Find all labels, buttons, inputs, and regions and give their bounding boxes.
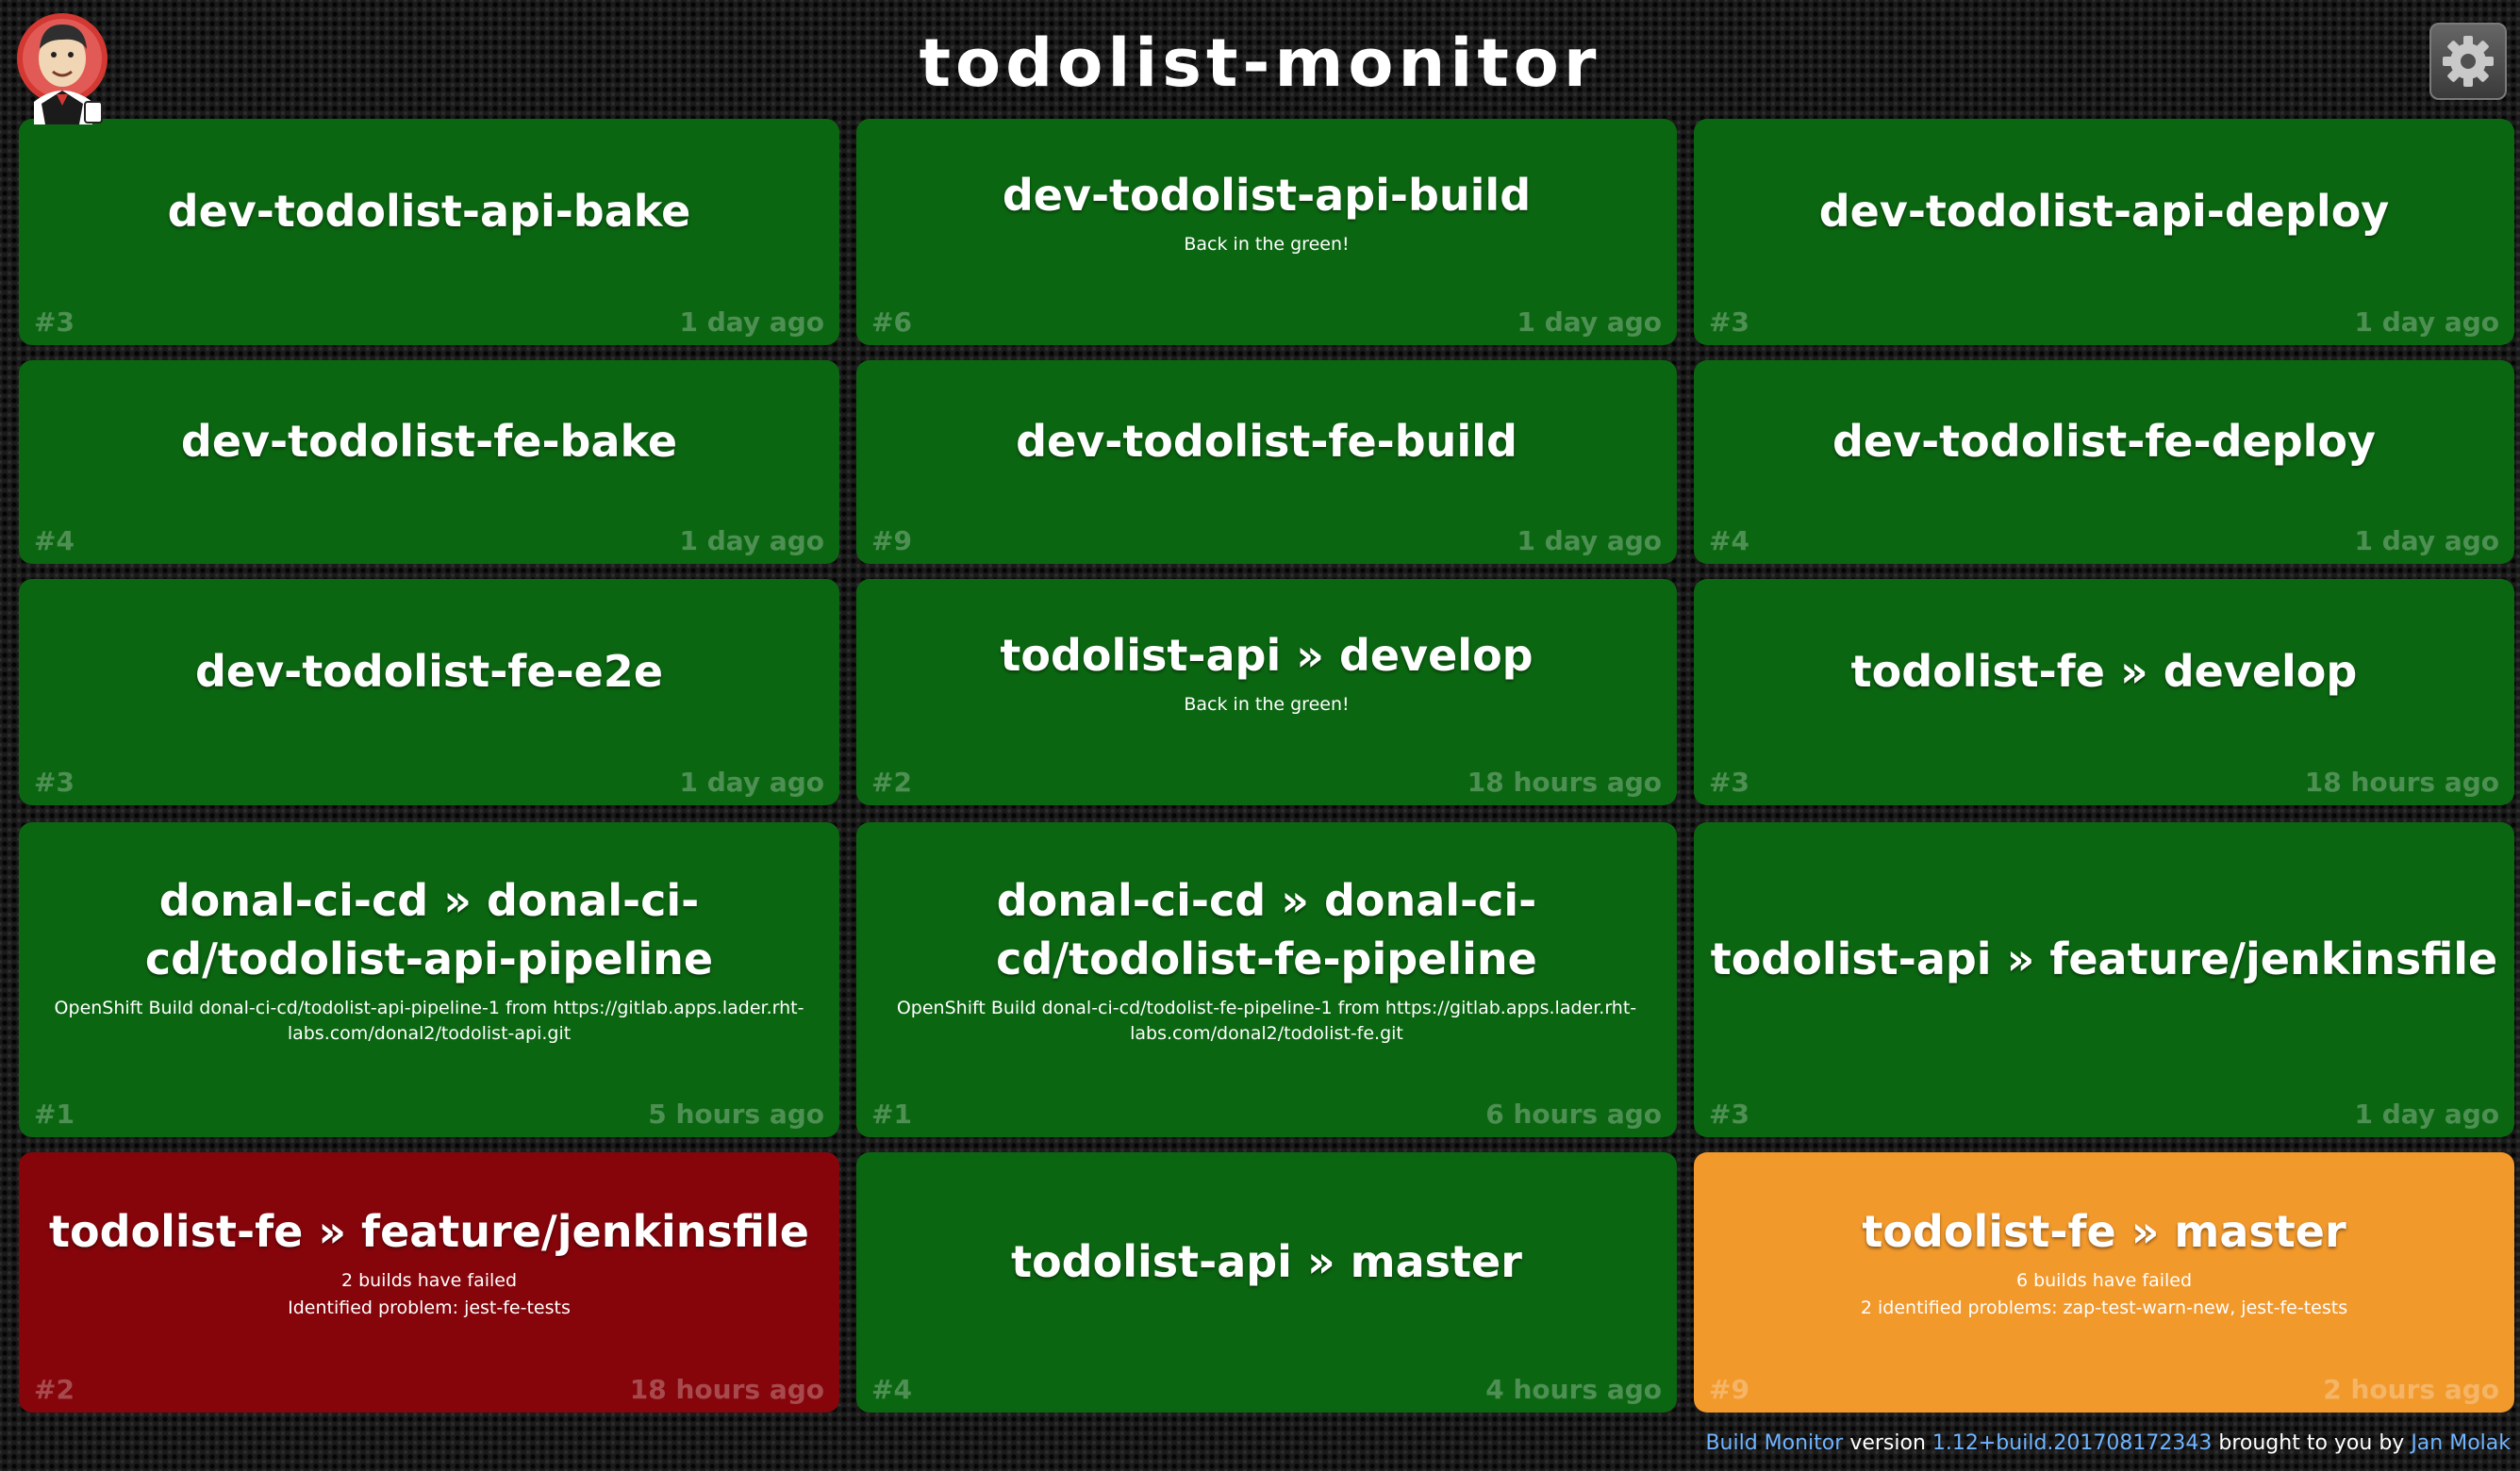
job-tile[interactable]: dev-todolist-fe-deploy #4 1 day ago: [1694, 360, 2514, 564]
build-number[interactable]: #3: [1709, 306, 1749, 338]
job-tile-body: todolist-fe » develop: [1707, 579, 2501, 764]
build-time: 1 day ago: [2354, 306, 2499, 338]
build-number[interactable]: #4: [871, 1374, 912, 1405]
job-tile[interactable]: dev-todolist-fe-build #9 1 day ago: [856, 360, 1677, 564]
job-name[interactable]: dev-todolist-fe-bake: [181, 412, 677, 471]
job-tile[interactable]: dev-todolist-fe-e2e #3 1 day ago: [19, 579, 839, 805]
job-name[interactable]: donal-ci-cd » donal-ci-cd/todolist-api-p…: [32, 871, 826, 988]
build-number[interactable]: #1: [34, 1099, 75, 1130]
job-name[interactable]: todolist-fe » develop: [1851, 642, 2358, 701]
settings-button[interactable]: [2429, 23, 2507, 100]
job-name[interactable]: dev-todolist-api-deploy: [1819, 182, 2390, 240]
build-time: 4 hours ago: [1485, 1374, 1662, 1405]
build-number[interactable]: #2: [871, 767, 912, 798]
job-tile-body: donal-ci-cd » donal-ci-cd/todolist-api-p…: [32, 822, 826, 1096]
author-link[interactable]: Jan Molak: [2411, 1431, 2511, 1455]
job-tile-body: dev-todolist-fe-e2e: [32, 579, 826, 764]
job-message: Back in the green!: [1184, 693, 1350, 715]
job-problem: Identified problem: jest-fe-tests: [288, 1297, 571, 1318]
build-time: 18 hours ago: [1467, 767, 1662, 798]
job-tile-body: dev-todolist-api-build Back in the green!: [870, 119, 1664, 304]
build-number[interactable]: #4: [1709, 525, 1749, 556]
job-tile[interactable]: dev-todolist-api-build Back in the green!…: [856, 119, 1677, 345]
footer: Build Monitor version 1.12+build.2017081…: [1705, 1431, 2511, 1455]
job-tile-body: todolist-api » develop Back in the green!: [870, 579, 1664, 764]
job-message: OpenShift Build donal-ci-cd/todolist-api…: [54, 998, 804, 1044]
gear-icon: [2443, 36, 2494, 87]
build-time: 5 hours ago: [648, 1099, 824, 1130]
job-name[interactable]: donal-ci-cd » donal-ci-cd/todolist-fe-pi…: [870, 871, 1664, 988]
build-time: 1 day ago: [679, 525, 824, 556]
job-message: OpenShift Build donal-ci-cd/todolist-fe-…: [896, 998, 1637, 1044]
header: todolist-monitor: [0, 0, 2520, 115]
job-name[interactable]: dev-todolist-api-bake: [168, 182, 691, 240]
job-tile-body: dev-todolist-fe-build: [870, 360, 1664, 522]
page-title: todolist-monitor: [919, 25, 1601, 102]
job-name[interactable]: todolist-api » feature/jenkinsfile: [1711, 930, 2498, 988]
job-tile[interactable]: dev-todolist-api-deploy #3 1 day ago: [1694, 119, 2514, 345]
build-number[interactable]: #2: [34, 1374, 75, 1405]
job-tile-body: dev-todolist-fe-deploy: [1707, 360, 2501, 522]
job-name[interactable]: dev-todolist-fe-deploy: [1832, 412, 2376, 471]
job-message: 6 builds have failed: [2015, 1270, 2193, 1291]
job-name[interactable]: dev-todolist-fe-e2e: [195, 642, 663, 701]
build-monitor-link[interactable]: Build Monitor: [1705, 1431, 1843, 1455]
job-name[interactable]: todolist-fe » master: [1862, 1202, 2346, 1261]
build-number[interactable]: #9: [871, 525, 912, 556]
job-name[interactable]: dev-todolist-fe-build: [1016, 412, 1517, 471]
job-tile[interactable]: todolist-fe » master 6 builds have failed…: [1694, 1152, 2514, 1413]
build-number[interactable]: #4: [34, 525, 75, 556]
job-tile[interactable]: todolist-api » develop Back in the green!…: [856, 579, 1677, 805]
build-number[interactable]: #6: [871, 306, 912, 338]
build-time: 1 day ago: [679, 306, 824, 338]
job-tile[interactable]: donal-ci-cd » donal-ci-cd/todolist-fe-pi…: [856, 822, 1677, 1137]
job-tile-body: dev-todolist-api-deploy: [1707, 119, 2501, 304]
build-number[interactable]: #3: [1709, 767, 1749, 798]
job-tile-body: donal-ci-cd » donal-ci-cd/todolist-fe-pi…: [870, 822, 1664, 1096]
build-time: 1 day ago: [2354, 525, 2499, 556]
job-tile[interactable]: donal-ci-cd » donal-ci-cd/todolist-api-p…: [19, 822, 839, 1137]
jenkins-logo-icon: [13, 11, 113, 124]
version-link[interactable]: 1.12+build.201708172343: [1932, 1431, 2212, 1455]
build-number[interactable]: #3: [34, 767, 75, 798]
job-tile[interactable]: dev-todolist-api-bake #3 1 day ago: [19, 119, 839, 345]
build-time: 6 hours ago: [1485, 1099, 1662, 1130]
job-tile-body: dev-todolist-fe-bake: [32, 360, 826, 522]
job-problem: 2 identified problems: zap-test-warn-new…: [1860, 1297, 2348, 1318]
job-tile[interactable]: dev-todolist-fe-bake #4 1 day ago: [19, 360, 839, 564]
build-time: 1 day ago: [2354, 1099, 2499, 1130]
build-time: 2 hours ago: [2323, 1374, 2499, 1405]
job-tile[interactable]: todolist-fe » develop #3 18 hours ago: [1694, 579, 2514, 805]
build-number[interactable]: #3: [34, 306, 75, 338]
job-tile-body: todolist-fe » master 6 builds have failed…: [1707, 1152, 2501, 1371]
job-tile[interactable]: todolist-api » feature/jenkinsfile #3 1 da…: [1694, 822, 2514, 1137]
build-number[interactable]: #9: [1709, 1374, 1749, 1405]
job-tile-body: todolist-fe » feature/jenkinsfile 2 build…: [32, 1152, 826, 1371]
build-number[interactable]: #3: [1709, 1099, 1749, 1130]
build-time: 18 hours ago: [629, 1374, 824, 1405]
job-message: 2 builds have failed: [340, 1270, 518, 1291]
job-tile[interactable]: todolist-fe » feature/jenkinsfile 2 build…: [19, 1152, 839, 1413]
build-time: 1 day ago: [1517, 306, 1662, 338]
job-tile-body: todolist-api » master: [870, 1152, 1664, 1371]
job-message: Back in the green!: [1184, 233, 1350, 255]
version-label: version: [1849, 1431, 1926, 1455]
job-name[interactable]: todolist-fe » feature/jenkinsfile: [49, 1202, 809, 1261]
by-label: brought to you by: [2218, 1431, 2405, 1455]
job-name[interactable]: todolist-api » develop: [1000, 626, 1533, 685]
build-time: 1 day ago: [679, 767, 824, 798]
build-time: 1 day ago: [1517, 525, 1662, 556]
job-tile-body: dev-todolist-api-bake: [32, 119, 826, 304]
job-tile-body: todolist-api » feature/jenkinsfile: [1707, 822, 2501, 1096]
job-name[interactable]: todolist-api » master: [1011, 1232, 1522, 1291]
job-name[interactable]: dev-todolist-api-build: [1003, 166, 1531, 224]
job-tile[interactable]: todolist-api » master #4 4 hours ago: [856, 1152, 1677, 1413]
build-number[interactable]: #1: [871, 1099, 912, 1130]
build-time: 18 hours ago: [2304, 767, 2499, 798]
